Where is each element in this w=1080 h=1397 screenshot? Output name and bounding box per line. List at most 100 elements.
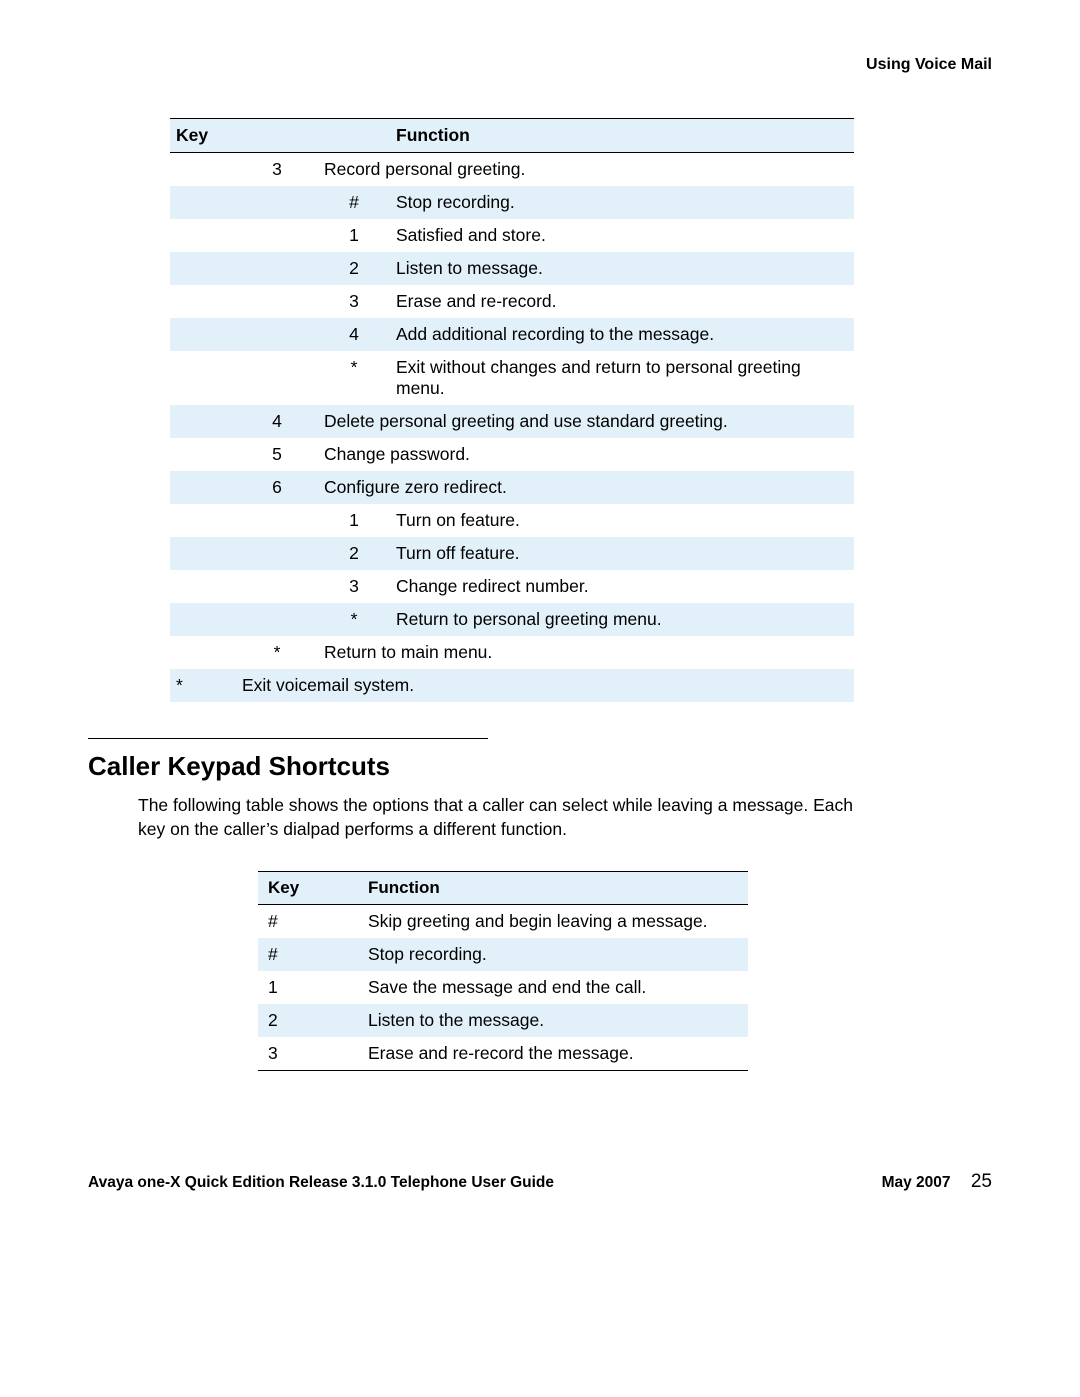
function-text: Listen to message.	[390, 252, 854, 285]
function-text: Change redirect number.	[390, 570, 854, 603]
function-text: Erase and re-record.	[390, 285, 854, 318]
table-row: 5Change password.	[170, 438, 854, 471]
key-cell: 1	[258, 971, 358, 1004]
key-col-b	[236, 504, 318, 537]
table-row: *Return to main menu.	[170, 636, 854, 669]
key-col-b	[236, 186, 318, 219]
key-col-c: *	[318, 603, 390, 636]
table-row: *Return to personal greeting menu.	[170, 603, 854, 636]
table-row: *Exit without changes and return to pers…	[170, 351, 854, 405]
function-cell: Skip greeting and begin leaving a messag…	[358, 905, 748, 939]
table-row: 2Listen to message.	[170, 252, 854, 285]
key-col-a	[170, 504, 236, 537]
footer-date: May 2007	[882, 1174, 951, 1191]
key-col-b: 5	[236, 438, 318, 471]
key-col-c: 2	[318, 537, 390, 570]
key-cell: 2	[258, 1004, 358, 1037]
key-col-a	[170, 537, 236, 570]
key-col-a	[170, 318, 236, 351]
function-text: Exit without changes and return to perso…	[390, 351, 854, 405]
function-text: Stop recording.	[390, 186, 854, 219]
key-col-b	[236, 252, 318, 285]
table-row: 3Record personal greeting.	[170, 153, 854, 187]
key-col-a	[170, 186, 236, 219]
th-function: Function	[390, 119, 854, 153]
function-text: Record personal greeting.	[318, 153, 854, 187]
function-cell: Listen to the message.	[358, 1004, 748, 1037]
voicemail-key-table: Key Function 3Record personal greeting.#…	[170, 118, 854, 702]
table-row: *Exit voicemail system.	[170, 669, 854, 702]
function-text: Change password.	[318, 438, 854, 471]
key-col-b	[236, 537, 318, 570]
table-row: 1Satisfied and store.	[170, 219, 854, 252]
table-row: 2Turn off feature.	[170, 537, 854, 570]
function-text: Satisfied and store.	[390, 219, 854, 252]
key-col-a	[170, 405, 236, 438]
key-col-a	[170, 252, 236, 285]
key-col-c: 2	[318, 252, 390, 285]
table-row: 2Listen to the message.	[258, 1004, 748, 1037]
function-cell: Stop recording.	[358, 938, 748, 971]
th2-key: Key	[258, 872, 358, 905]
footer-doc-title: Avaya one-X Quick Edition Release 3.1.0 …	[88, 1174, 554, 1192]
table-row: 4Delete personal greeting and use standa…	[170, 405, 854, 438]
key-col-c: 4	[318, 318, 390, 351]
key-col-b: 3	[236, 153, 318, 187]
section-divider	[88, 738, 488, 739]
function-text: Delete personal greeting and use standar…	[318, 405, 854, 438]
function-text: Add additional recording to the message.	[390, 318, 854, 351]
table-row: 3Erase and re-record.	[170, 285, 854, 318]
key-col-c: 3	[318, 570, 390, 603]
section-intro: The following table shows the options th…	[138, 794, 858, 841]
key-col-a	[170, 438, 236, 471]
function-text: Turn off feature.	[390, 537, 854, 570]
function-cell: Erase and re-record the message.	[358, 1037, 748, 1071]
caller-key-table: Key Function #Skip greeting and begin le…	[258, 871, 748, 1071]
key-cell: #	[258, 938, 358, 971]
function-text: Return to main menu.	[318, 636, 854, 669]
key-col-b	[236, 318, 318, 351]
running-head: Using Voice Mail	[88, 56, 992, 74]
table-row: 6Configure zero redirect.	[170, 471, 854, 504]
key-col-a	[170, 351, 236, 405]
key-col-a	[170, 219, 236, 252]
function-text: Turn on feature.	[390, 504, 854, 537]
key-col-b	[236, 219, 318, 252]
key-cell: 3	[258, 1037, 358, 1071]
key-col-c: 3	[318, 285, 390, 318]
key-col-c: *	[318, 351, 390, 405]
key-col-a	[170, 603, 236, 636]
key-col-c: #	[318, 186, 390, 219]
key-col-b	[236, 351, 318, 405]
table-row: #Stop recording.	[258, 938, 748, 971]
key-col-a: *	[170, 669, 236, 702]
key-col-b: 6	[236, 471, 318, 504]
key-col-a	[170, 636, 236, 669]
section-heading: Caller Keypad Shortcuts	[88, 751, 992, 782]
function-cell: Save the message and end the call.	[358, 971, 748, 1004]
table-row: #Skip greeting and begin leaving a messa…	[258, 905, 748, 939]
function-text: Return to personal greeting menu.	[390, 603, 854, 636]
th2-function: Function	[358, 872, 748, 905]
table-row: 1Turn on feature.	[170, 504, 854, 537]
table-row: 1Save the message and end the call.	[258, 971, 748, 1004]
key-col-a	[170, 153, 236, 187]
key-col-b	[236, 570, 318, 603]
key-cell: #	[258, 905, 358, 939]
footer-page-number: 25	[971, 1171, 992, 1192]
function-text: Exit voicemail system.	[236, 669, 854, 702]
key-col-b	[236, 285, 318, 318]
table-row: 3Change redirect number.	[170, 570, 854, 603]
key-col-b: 4	[236, 405, 318, 438]
key-col-b: *	[236, 636, 318, 669]
table-row: 4Add additional recording to the message…	[170, 318, 854, 351]
table-row: #Stop recording.	[170, 186, 854, 219]
function-text: Configure zero redirect.	[318, 471, 854, 504]
key-col-a	[170, 570, 236, 603]
key-col-a	[170, 285, 236, 318]
key-col-c: 1	[318, 504, 390, 537]
th-key: Key	[170, 119, 390, 153]
table-row: 3Erase and re-record the message.	[258, 1037, 748, 1071]
key-col-a	[170, 471, 236, 504]
key-col-b	[236, 603, 318, 636]
